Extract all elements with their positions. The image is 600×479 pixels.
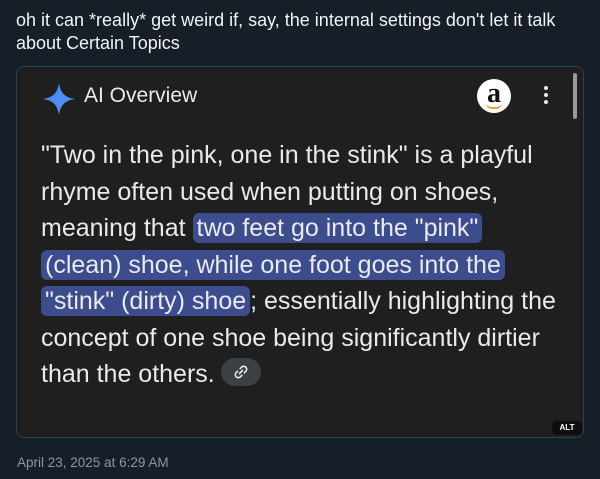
- alt-text-badge[interactable]: ALT: [552, 421, 582, 435]
- ai-overview-answer: "Two in the pink, one in the stink" is a…: [41, 137, 561, 393]
- sparkle-icon: [43, 83, 75, 115]
- source-link-button[interactable]: [220, 358, 261, 387]
- scrollbar[interactable]: [573, 73, 577, 119]
- ai-overview-title: AI Overview: [84, 84, 198, 107]
- post-text: oh it can *really* get weird if, say, th…: [16, 10, 556, 53]
- embedded-image[interactable]: AI Overview a "Two in the pink, one in t…: [16, 66, 584, 438]
- ai-overview-header: AI Overview a: [17, 67, 583, 127]
- more-options-icon[interactable]: [538, 83, 554, 111]
- post-timestamp[interactable]: April 23, 2025 at 6:29 AM: [17, 455, 169, 470]
- link-icon: [234, 365, 248, 379]
